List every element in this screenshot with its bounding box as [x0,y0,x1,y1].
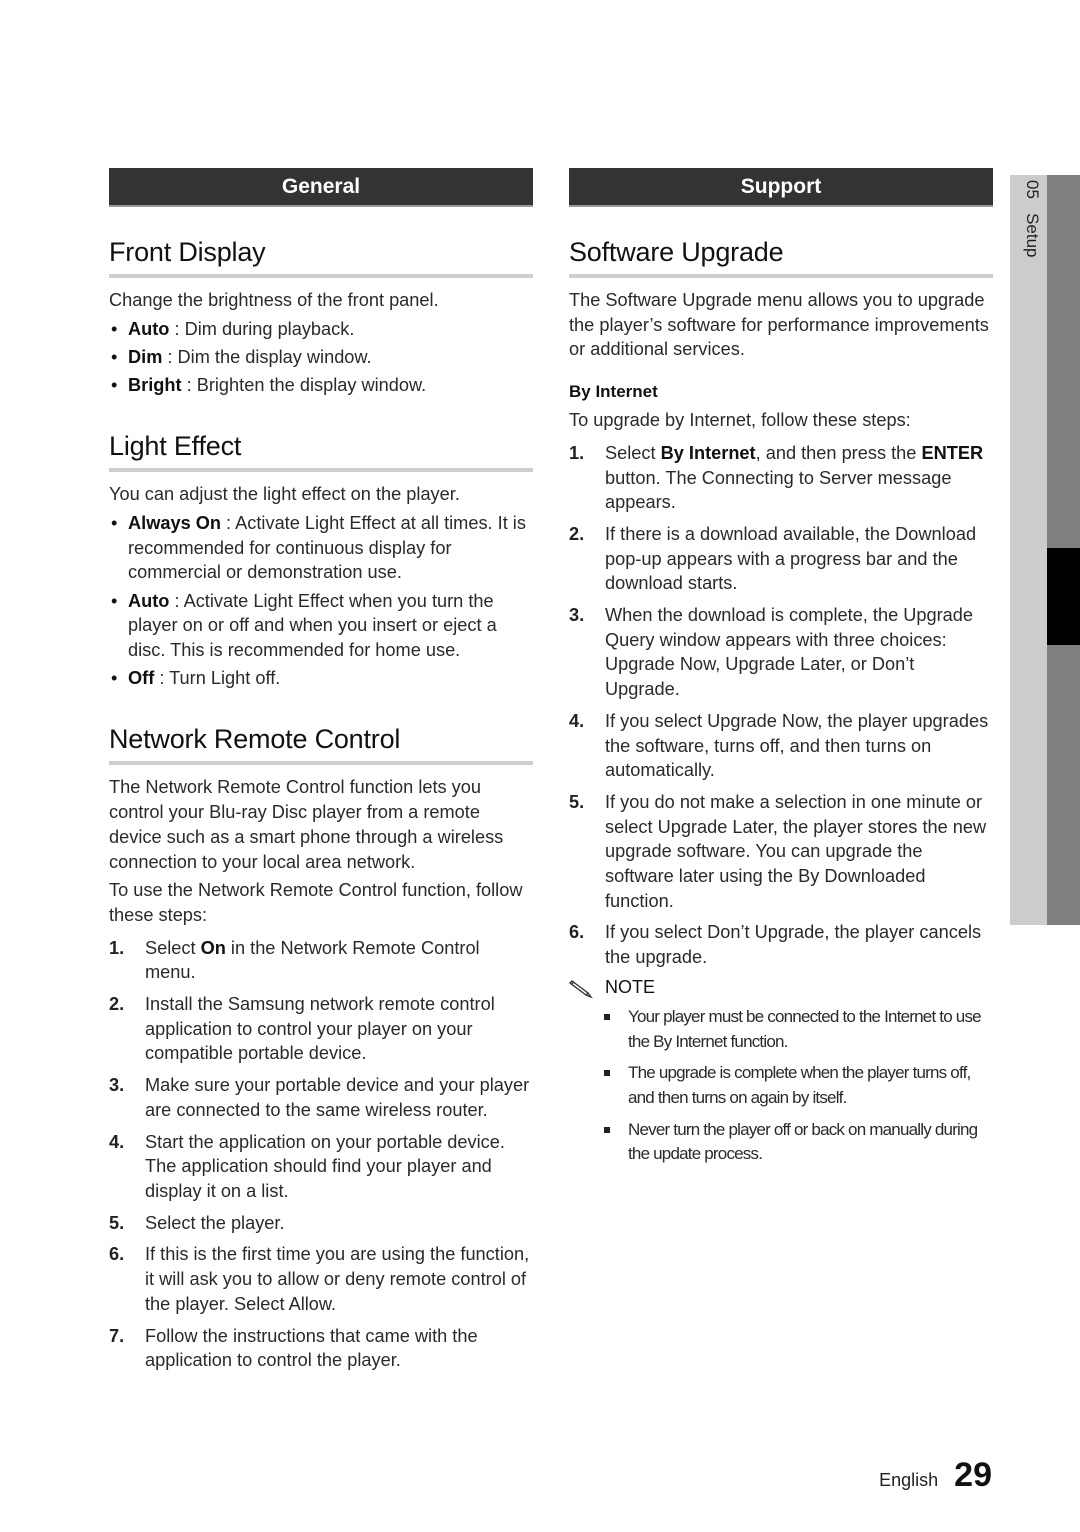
step-item: 2. If there is a download available, the … [569,522,993,596]
light-effect-options: Always On : Activate Light Effect at all… [109,511,533,691]
network-remote-intro: The Network Remote Control function lets… [109,777,504,872]
note-item: The upgrade is complete when the player … [600,1061,993,1110]
note-item: Never turn the player off or back on man… [600,1118,993,1167]
step-item: 3. Make sure your portable device and you… [109,1073,533,1122]
option-term: Auto [128,590,170,611]
step-text: Start the application on your portable d… [145,1131,505,1201]
step-text: If you select Don’t Upgrade, the player … [605,922,982,968]
step-item: 2. Install the Samsung network remote con… [109,992,533,1066]
chapter-tab-label: 05 Setup [1023,180,1042,258]
section-header-general: General [109,168,533,207]
light-effect-intro: You can adjust the light effect on the p… [109,484,460,505]
step-text: If this is the first time you are using … [145,1244,530,1314]
option-desc: : Activate Light Effect when you turn th… [128,590,497,661]
section-header-support: Support [569,168,993,207]
step-text: Select the player. [145,1212,285,1233]
list-item: Always On : Activate Light Effect at all… [109,511,533,585]
page-number: 29 [954,1456,992,1494]
step-number: 3. [109,1075,125,1096]
option-desc: : Dim the display window. [162,346,372,367]
step-text: Install the Samsung network remote contr… [145,994,495,1064]
note-header: NOTE [569,977,993,999]
step-item: 6. If you select Don’t Upgrade, the playe… [569,920,993,969]
step-number: 5. [109,1212,125,1233]
step-item: 7. Follow the instructions that came with… [109,1324,533,1373]
heading-software-upgrade: Software Upgrade [569,237,993,278]
step-text: button. The Connecting to Server message… [605,467,952,513]
network-remote-steps: 1. Select On in the Network Remote Contro… [109,936,533,1373]
front-display-options: Auto : Dim during playback. Dim : Dim th… [109,317,533,398]
left-column: General Front Display Change the brightn… [109,168,533,1380]
by-internet-intro: To upgrade by Internet, follow these ste… [569,410,911,431]
note-label: NOTE [605,977,656,998]
step-text: If you select Upgrade Now, the player up… [605,710,989,781]
step-number: 4. [109,1131,125,1152]
note-list: Your player must be connected to the Int… [600,1005,993,1167]
pencil-icon [569,980,593,999]
step-text: When the download is complete, the Upgra… [605,605,974,700]
front-display-intro: Change the brightness of the front panel… [109,290,439,310]
chapter-index-marker [1047,548,1080,645]
heading-light-effect: Light Effect [109,431,533,473]
subheading-by-internet: By Internet [569,382,658,402]
heading-front-display: Front Display [109,237,533,278]
option-desc: : Turn Light off. [154,668,281,689]
list-item: Auto : Dim during playback. [109,317,533,342]
step-text: Select [145,937,201,958]
heading-network-remote-control: Network Remote Control [109,724,533,766]
step-number: 2. [569,523,585,544]
chapter-tab [1010,175,1047,925]
step-number: 7. [109,1325,125,1346]
option-term: Bright [128,375,182,396]
note-item: Your player must be connected to the Int… [600,1005,993,1054]
option-desc: : Dim during playback. [169,318,355,339]
right-column: Support Software Upgrade The Software Up… [569,168,993,1174]
step-text: If there is a download available, the Do… [605,523,977,594]
step-item: 1. Select On in the Network Remote Contro… [109,936,533,985]
step-item: 4. If you select Upgrade Now, the player … [569,709,993,783]
option-term: Auto [128,318,170,339]
footer-language: English [879,1470,939,1490]
step-text: Select [605,442,661,463]
list-item: Dim : Dim the display window. [109,345,533,370]
step-item: 6. If this is the first time you are usin… [109,1242,533,1316]
step-text: If you do not make a selection in one mi… [605,791,987,911]
step-number: 4. [569,710,585,731]
step-item: 3. When the download is complete, the Upg… [569,603,993,702]
network-remote-intro-2: To use the Network Remote Control functi… [109,880,523,925]
step-emphasis: ENTER [921,442,984,463]
step-number: 6. [109,1244,125,1265]
list-item: Auto : Activate Light Effect when you tu… [109,589,533,663]
step-number: 1. [109,937,125,958]
step-number: 5. [569,791,585,812]
page-footer: English 29 [879,1456,992,1495]
option-term: Always On [128,513,221,534]
list-item: Bright : Brighten the display window. [109,373,533,398]
option-term: Off [128,668,155,689]
step-number: 1. [569,442,585,463]
option-term: Dim [128,346,163,367]
step-text: Make sure your portable device and your … [145,1075,530,1120]
step-number: 2. [109,994,125,1015]
step-text: Follow the instructions that came with t… [145,1325,478,1371]
option-desc: : Brighten the display window. [181,375,427,396]
software-upgrade-intro: The Software Upgrade menu allows you to … [569,290,989,360]
step-item: 1. Select By Internet, and then press the… [569,441,993,515]
step-number: 6. [569,922,585,943]
list-item: Off : Turn Light off. [109,666,533,691]
step-item: 5. Select the player. [109,1211,533,1236]
step-item: 4. Start the application on your portable… [109,1130,533,1204]
step-item: 5. If you do not make a selection in one … [569,790,993,914]
step-number: 3. [569,605,585,626]
step-emphasis: On [200,937,226,958]
step-emphasis: By Internet [660,442,756,463]
upgrade-steps: 1. Select By Internet, and then press the… [569,441,993,970]
step-text: , and then press the [755,442,922,463]
